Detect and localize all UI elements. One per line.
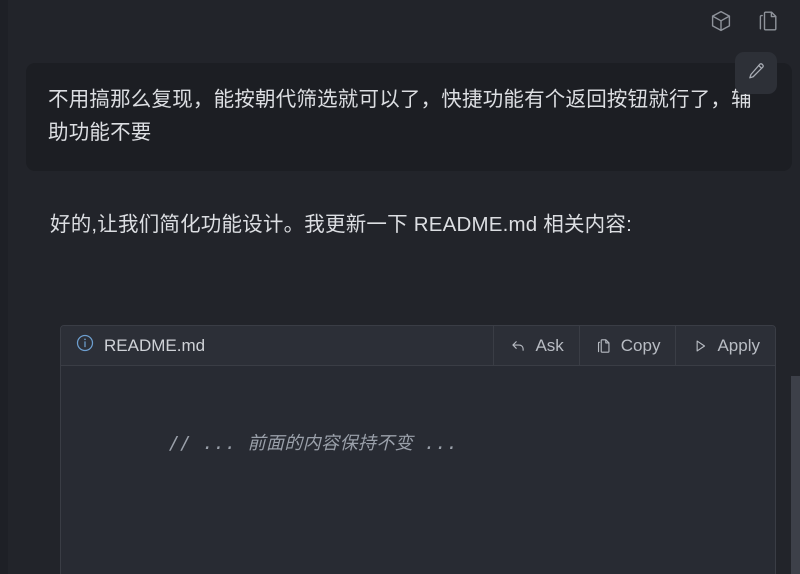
code-block-card: README.md Ask Copy Apply // ... 前面的内容保持不… bbox=[60, 325, 776, 574]
code-apply-button[interactable]: Apply bbox=[675, 326, 775, 365]
pencil-icon bbox=[746, 61, 766, 86]
code-ask-label: Ask bbox=[535, 335, 564, 355]
edit-message-button[interactable] bbox=[735, 52, 777, 94]
code-apply-label: Apply bbox=[717, 335, 760, 355]
code-line-text: // ... 前面的内容保持不变 ... bbox=[168, 433, 459, 455]
chat-panel: 不用搞那么复现，能按朝代筛选就可以了，快捷功能有个返回按钮就行了，辅助功能不要 … bbox=[8, 0, 800, 574]
copy-icon-button[interactable] bbox=[756, 8, 782, 34]
cube-icon-button[interactable] bbox=[708, 8, 734, 34]
cube-icon bbox=[709, 9, 733, 33]
top-toolbar bbox=[708, 0, 782, 42]
assistant-message-text: 好的,让我们简化功能设计。我更新一下 README.md 相关内容: bbox=[50, 213, 632, 236]
code-copy-button[interactable]: Copy bbox=[578, 326, 676, 365]
panel-left-edge bbox=[0, 0, 8, 574]
user-message-text: 不用搞那么复现，能按朝代筛选就可以了，快捷功能有个返回按钮就行了，辅助功能不要 bbox=[26, 63, 792, 172]
code-block-header: README.md Ask Copy Apply bbox=[61, 326, 775, 366]
reply-arrow-icon bbox=[509, 337, 527, 355]
vertical-scrollbar[interactable] bbox=[791, 0, 800, 574]
vertical-scrollbar-thumb[interactable] bbox=[791, 376, 800, 574]
copy-icon bbox=[595, 337, 613, 355]
user-message: 不用搞那么复现，能按朝代筛选就可以了，快捷功能有个返回按钮就行了，辅助功能不要 bbox=[26, 52, 792, 172]
code-copy-label: Copy bbox=[620, 335, 661, 355]
code-line: // ... 前面的内容保持不变 ... bbox=[61, 382, 775, 505]
copy-icon bbox=[757, 9, 781, 33]
code-block-filename: README.md bbox=[104, 335, 206, 355]
code-block-file: README.md bbox=[61, 326, 493, 365]
info-circle-icon bbox=[75, 333, 95, 358]
play-triangle-icon bbox=[691, 337, 709, 355]
code-block-body[interactable]: // ... 前面的内容保持不变 ... ### 2. 功能模块设计 #### … bbox=[61, 366, 775, 574]
code-ask-button[interactable]: Ask bbox=[493, 326, 578, 365]
